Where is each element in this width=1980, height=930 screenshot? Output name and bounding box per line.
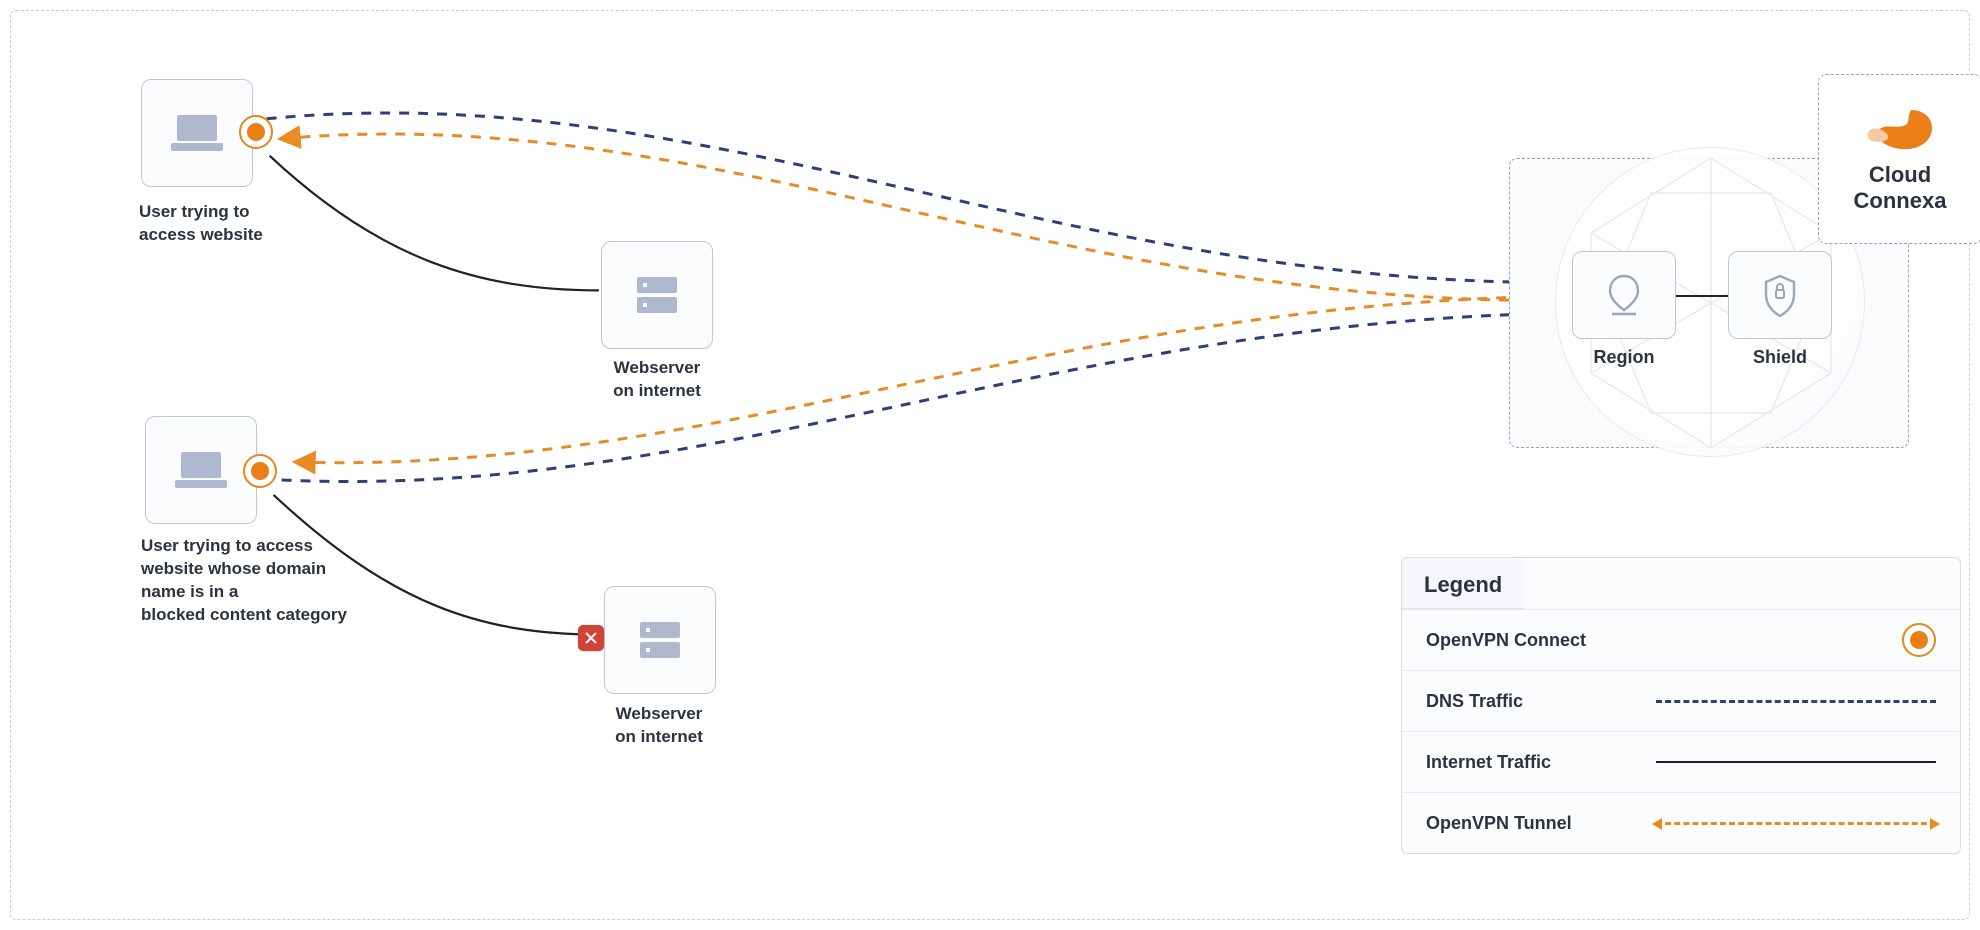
webserver2-label: Webserver on internet [579,703,739,749]
webserver1-label: Webserver on internet [577,357,737,403]
openvpn-connect-icon [1902,623,1936,657]
region-node [1572,251,1676,339]
webserver2-node [604,586,716,694]
laptop-icon [169,111,225,155]
legend-row-connect: OpenVPN Connect [1402,609,1960,670]
server-icon [636,618,684,662]
legend-label-internet: Internet Traffic [1426,752,1551,773]
shield-label: Shield [1700,345,1860,369]
legend-label-connect: OpenVPN Connect [1426,630,1586,651]
webserver1-node [601,241,713,349]
tunnel-path-user2 [297,296,1559,462]
legend-sample-connect [1656,628,1936,652]
shield-icon [1760,272,1800,318]
dns-path-user1 [267,113,1564,282]
legend-label-tunnel: OpenVPN Tunnel [1426,813,1572,834]
legend-sample-internet [1656,750,1936,774]
connexa-logo-icon [1861,104,1939,156]
dns-path-user2 [282,313,1564,481]
cloud-connexa-brand: Cloud Connexa [1818,74,1980,244]
user2-label: User trying to access website whose doma… [141,535,471,627]
legend-title: Legend [1402,558,1524,609]
shield-node [1728,251,1832,339]
laptop-icon [173,448,229,492]
legend-label-dns: DNS Traffic [1426,691,1523,712]
openvpn-connect-icon [239,115,273,149]
blocked-icon [578,625,604,651]
legend-panel: Legend OpenVPN Connect DNS Traffic Inter… [1401,557,1961,854]
cloud-connexa-label: Cloud Connexa [1854,162,1947,215]
region-pin-icon [1604,272,1644,318]
legend-sample-tunnel [1656,811,1936,835]
region-shield-connector [1676,295,1728,297]
diagram-canvas: User trying to access website Webserver … [10,10,1970,920]
user1-node [141,79,253,187]
region-label: Region [1544,345,1704,369]
server-icon [633,273,681,317]
tunnel-path-user1 [282,134,1559,300]
legend-sample-dns [1656,689,1936,713]
user1-label: User trying to access website [139,201,379,247]
legend-row-internet: Internet Traffic [1402,731,1960,792]
legend-row-dns: DNS Traffic [1402,670,1960,731]
legend-row-tunnel: OpenVPN Tunnel [1402,792,1960,853]
openvpn-connect-icon [243,454,277,488]
user2-node [145,416,257,524]
